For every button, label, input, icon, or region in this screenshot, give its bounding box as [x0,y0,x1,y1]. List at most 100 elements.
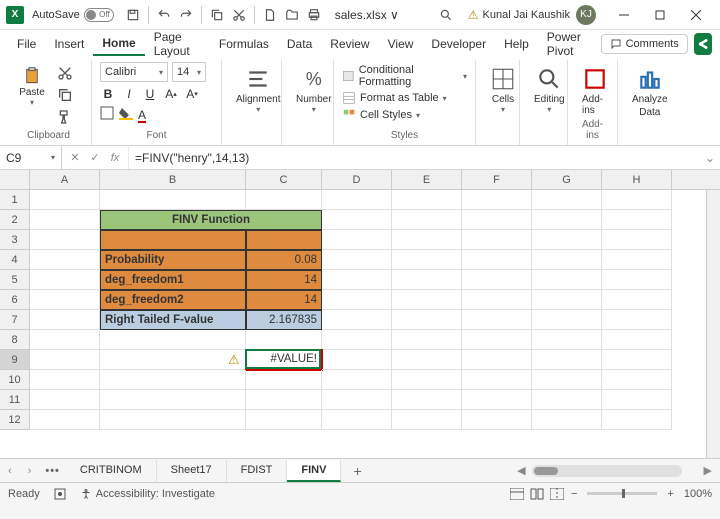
cell[interactable] [462,210,532,230]
cell-styles-button[interactable]: Cell Styles ▾ [342,108,467,122]
cell[interactable] [532,390,602,410]
cell[interactable] [30,230,100,250]
font-color-button[interactable]: A [138,108,146,122]
cell[interactable] [602,370,672,390]
cell[interactable] [462,350,532,370]
menu-item-insert[interactable]: Insert [45,33,93,55]
save-icon[interactable] [123,5,143,25]
cell[interactable] [532,370,602,390]
add-sheet-button[interactable]: + [341,463,373,479]
column-header[interactable]: D [322,170,392,189]
cell[interactable] [246,410,322,430]
sheet-tab-sheet17[interactable]: Sheet17 [157,460,227,482]
cancel-formula-icon[interactable]: ✕ [66,149,84,167]
border-button[interactable] [100,106,114,123]
cell[interactable] [462,270,532,290]
cell[interactable] [246,190,322,210]
redo-icon[interactable] [176,5,196,25]
minimize-button[interactable] [606,0,642,30]
cell[interactable] [30,410,100,430]
cell[interactable]: #VALUE! [246,350,322,370]
grow-font-icon[interactable]: A▴ [163,86,179,102]
zoom-level[interactable]: 100% [684,488,712,500]
cell[interactable] [392,410,462,430]
comments-button[interactable]: Comments [601,34,688,54]
cell[interactable] [30,370,100,390]
cell[interactable] [602,250,672,270]
cell[interactable] [322,230,392,250]
cell[interactable]: 0.08 [246,250,322,270]
row-header[interactable]: 2 [0,210,30,230]
autosave-toggle[interactable]: Off [84,8,114,22]
cell[interactable] [392,250,462,270]
cell[interactable] [392,290,462,310]
menu-item-formulas[interactable]: Formulas [210,33,278,55]
cell[interactable] [322,270,392,290]
cell[interactable] [30,270,100,290]
hscroll-left-icon[interactable]: ◀ [517,464,525,477]
cell[interactable] [30,390,100,410]
cell[interactable] [30,210,100,230]
cell[interactable] [602,290,672,310]
name-box[interactable]: C9▾ [0,146,62,169]
share-button[interactable] [694,33,712,55]
new-file-icon[interactable] [260,5,280,25]
cell[interactable] [322,330,392,350]
cell[interactable] [322,290,392,310]
cell[interactable] [30,310,100,330]
cut-icon[interactable] [229,5,249,25]
column-header[interactable]: B [100,170,246,189]
open-file-icon[interactable] [282,5,302,25]
row-header[interactable]: 1 [0,190,30,210]
page-break-view-icon[interactable] [547,486,567,502]
cell[interactable] [602,410,672,430]
maximize-button[interactable] [642,0,678,30]
column-header[interactable]: F [462,170,532,189]
shrink-font-icon[interactable]: A▾ [184,86,200,102]
cell[interactable] [602,210,672,230]
bold-button[interactable]: B [100,86,116,102]
cell[interactable]: Right Tailed F-value [100,310,246,330]
cell[interactable] [462,390,532,410]
column-header[interactable]: C [246,170,322,189]
column-header[interactable]: E [392,170,462,189]
cell[interactable] [462,330,532,350]
cell[interactable] [602,330,672,350]
cell[interactable] [532,290,602,310]
cell[interactable] [462,370,532,390]
row-header[interactable]: 3 [0,230,30,250]
menu-item-file[interactable]: File [8,33,45,55]
error-warning-icon[interactable]: ⚠ [228,352,240,368]
cell[interactable] [322,210,392,230]
sheet-tab-finv[interactable]: FINV [287,460,341,482]
cell[interactable] [100,390,246,410]
alignment-button[interactable]: Alignment▾ [230,62,286,141]
cell[interactable] [30,290,100,310]
cell[interactable]: 14 [246,290,322,310]
hscroll-right-icon[interactable]: ▶ [704,464,712,477]
cell[interactable] [462,310,532,330]
cell[interactable] [532,330,602,350]
row-header[interactable]: 12 [0,410,30,430]
row-header[interactable]: 4 [0,250,30,270]
vertical-scrollbar[interactable] [706,190,720,458]
select-all-corner[interactable] [0,170,30,189]
cell[interactable] [532,350,602,370]
font-size-select[interactable]: 14▾ [172,62,206,82]
cell[interactable] [532,310,602,330]
cell[interactable] [392,190,462,210]
cell[interactable]: 2.167835 [246,310,322,330]
cell[interactable] [532,230,602,250]
cell[interactable]: Probability [100,250,246,270]
sheet-tab-fdist[interactable]: FDIST [227,460,288,482]
menu-item-developer[interactable]: Developer [422,33,495,55]
format-as-table-button[interactable]: Format as Table ▾ [342,91,467,105]
cell[interactable] [392,330,462,350]
cell[interactable] [602,350,672,370]
column-header[interactable]: G [532,170,602,189]
formula-input[interactable]: =FINV("henry",14,13) [129,146,700,169]
cell[interactable] [322,190,392,210]
cell[interactable] [392,210,462,230]
menu-item-help[interactable]: Help [495,33,538,55]
cell[interactable] [392,310,462,330]
